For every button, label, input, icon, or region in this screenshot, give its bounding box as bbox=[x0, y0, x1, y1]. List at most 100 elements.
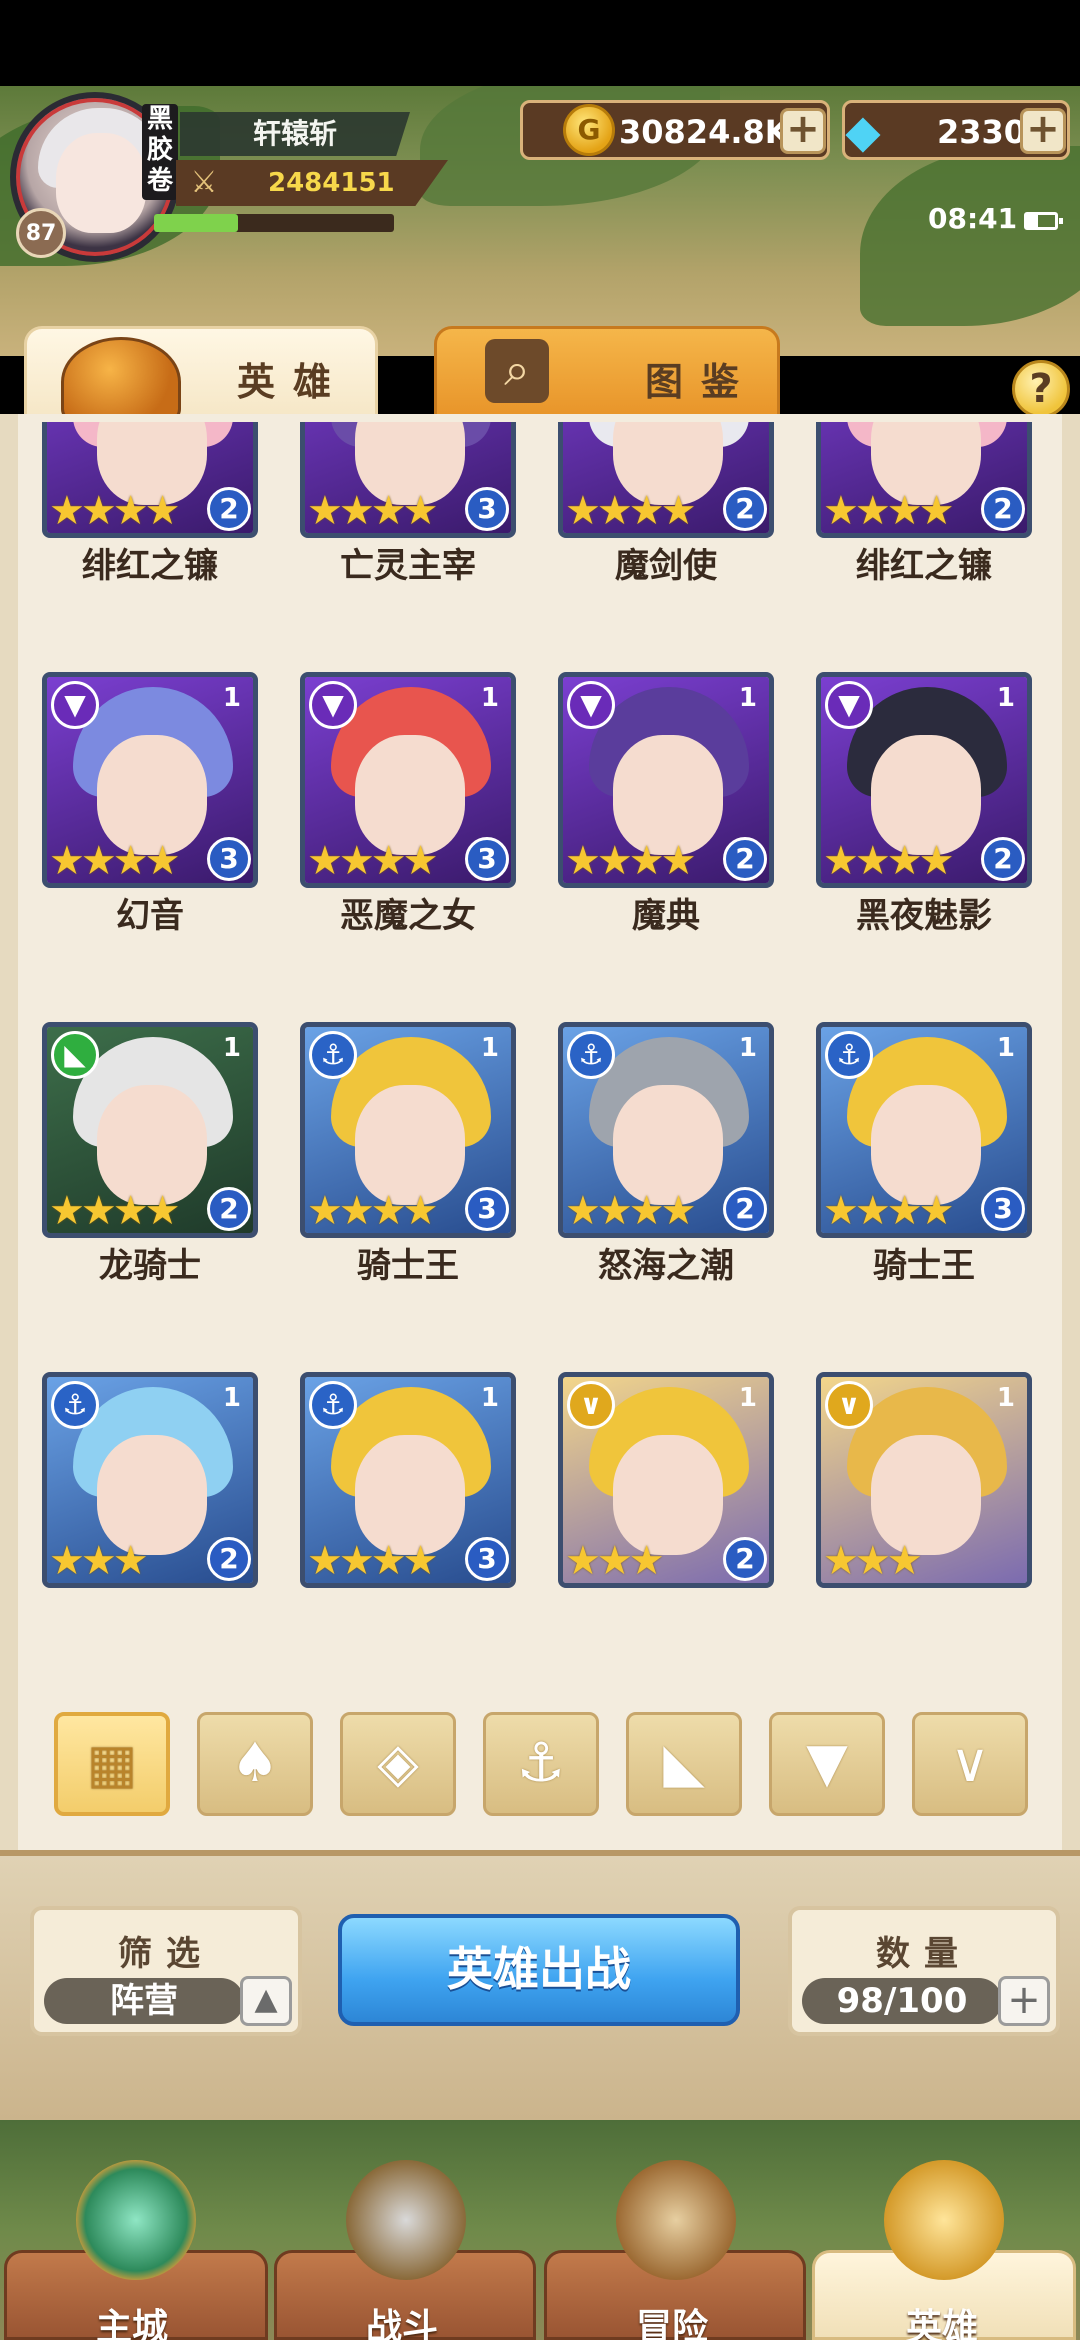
filter-leaf-icon[interactable]: ♠ bbox=[197, 1712, 313, 1816]
star-rating: ★★★★ bbox=[307, 1188, 438, 1234]
chevron-up-icon[interactable]: ▲ bbox=[240, 1976, 292, 2026]
filter-box-title: 筛选 bbox=[118, 1934, 214, 1974]
hero-card[interactable]: ⚓ 1 ★★★ 2 bbox=[28, 1372, 258, 1612]
hero-name: 黑夜魅影 bbox=[856, 896, 992, 936]
hero-portrait: ▼1★★★★3 bbox=[300, 422, 516, 538]
hero-name: 魔剑使 bbox=[615, 546, 717, 586]
hero-card[interactable]: ▼ 1 ★★★★ 2 黑夜魅影 bbox=[802, 672, 1032, 936]
nav-label-main-city: 主城 bbox=[96, 2307, 169, 2340]
help-button[interactable]: ? bbox=[1012, 360, 1070, 418]
hero-count: 1 bbox=[480, 1033, 499, 1063]
filter-anchor-icon[interactable]: ⚓ bbox=[483, 1712, 599, 1816]
add-gold-button[interactable]: + bbox=[780, 108, 826, 154]
star-rating: ★★★★ bbox=[823, 838, 954, 884]
filter-beast-icon[interactable]: ◣ bbox=[626, 1712, 742, 1816]
star-rating: ★★★★ bbox=[307, 838, 438, 884]
combat-power-value: 2484151 bbox=[268, 168, 395, 198]
star-rating: ★★★ bbox=[565, 1538, 665, 1584]
star-rating: ★★★★ bbox=[307, 1538, 438, 1584]
exp-bar bbox=[154, 214, 394, 232]
tab-gallery-label: 图鉴 bbox=[645, 360, 758, 404]
filter-holy-wings-icon[interactable]: ∨ bbox=[912, 1712, 1028, 1816]
nav-label-battle: 战斗 bbox=[366, 2307, 439, 2340]
hero-card[interactable]: ▼1★★★★3 亡灵主宰 bbox=[286, 422, 516, 586]
hero-count: 1 bbox=[738, 683, 757, 713]
hero-grade-badge: 2 bbox=[723, 1187, 767, 1231]
hero-card[interactable]: ∨ 1 ★★★ 2 bbox=[544, 1372, 774, 1612]
player-name: 轩辕斩 bbox=[180, 112, 410, 156]
filter-grid-all-icon[interactable]: ▦ bbox=[54, 1712, 170, 1816]
hero-grade-badge: 2 bbox=[981, 487, 1025, 531]
tab-heroes-label: 英雄 bbox=[237, 360, 350, 404]
hero-card[interactable]: ▼ 1 ★★★★ 2 魔典 bbox=[544, 672, 774, 936]
hero-name: 怒海之潮 bbox=[598, 1246, 734, 1286]
hero-count: 1 bbox=[480, 683, 499, 713]
demon-faction-icon: ▼ bbox=[51, 681, 99, 729]
hero-card[interactable]: ▼ 1 ★★★★ 3 恶魔之女 bbox=[286, 672, 516, 936]
star-rating: ★★★★ bbox=[49, 488, 180, 534]
crossed-swords-icon bbox=[346, 2160, 466, 2280]
hero-crest-icon bbox=[884, 2160, 1004, 2280]
hero-card[interactable]: ⚓ 1 ★★★★ 3 骑士王 bbox=[286, 1022, 516, 1286]
star-rating: ★★★ bbox=[49, 1538, 149, 1584]
hero-portrait: ⚓ 1 ★★★★ 3 bbox=[300, 1372, 516, 1588]
hero-grade-badge: 2 bbox=[207, 1537, 251, 1581]
hero-grade-badge: 2 bbox=[723, 837, 767, 881]
hero-count: 1 bbox=[222, 683, 241, 713]
tab-heroes[interactable]: 英雄 bbox=[24, 326, 378, 427]
faction-filter-select[interactable]: 阵营 bbox=[44, 1978, 244, 2024]
hero-grade-badge: 3 bbox=[981, 1187, 1025, 1231]
hero-name: 亡灵主宰 bbox=[340, 546, 476, 586]
star-rating: ★★★★ bbox=[565, 1188, 696, 1234]
anchor-faction-icon: ⚓ bbox=[309, 1381, 357, 1429]
hero-grade-badge: 3 bbox=[465, 487, 509, 531]
anchor-faction-icon: ⚓ bbox=[567, 1031, 615, 1079]
filter-demon-horns-icon[interactable]: ▼ bbox=[769, 1712, 885, 1816]
hero-grid[interactable]: ▼1★★★★2绯红之镰▼1★★★★3亡灵主宰▼1★★★★2魔剑使▼1★★★★2绯… bbox=[28, 422, 1052, 1667]
filter-box: 筛选 阵营 ▲ bbox=[30, 1906, 302, 2036]
star-rating: ★★★★ bbox=[49, 1188, 180, 1234]
demon-faction-icon: ▼ bbox=[825, 681, 873, 729]
anchor-faction-icon: ⚓ bbox=[51, 1381, 99, 1429]
hero-card[interactable]: ⚓ 1 ★★★★ 3 骑士王 bbox=[802, 1022, 1032, 1286]
hero-count-box: 数量 98/100 + bbox=[788, 1906, 1060, 2036]
expand-capacity-button[interactable]: + bbox=[998, 1976, 1050, 2026]
crossed-swords-icon: ⚔ bbox=[190, 165, 218, 200]
hero-card[interactable]: ∨ 1 ★★★ bbox=[802, 1372, 1032, 1612]
hero-portrait: ⚓ 1 ★★★★ 3 bbox=[300, 1022, 516, 1238]
player-level-badge: 87 bbox=[16, 208, 66, 258]
hero-card[interactable]: ▼1★★★★2魔剑使 bbox=[544, 422, 774, 586]
hero-count: 1 bbox=[738, 1383, 757, 1413]
tab-gallery[interactable]: ⌕ 图鉴 bbox=[434, 326, 780, 418]
hero-portrait: ▼ 1 ★★★★ 2 bbox=[558, 672, 774, 888]
hero-name: 绯红之镰 bbox=[82, 546, 218, 586]
hero-portrait: ◣ 1 ★★★★ 2 bbox=[42, 1022, 258, 1238]
demon-faction-icon: ▼ bbox=[567, 681, 615, 729]
hero-name: 恶魔之女 bbox=[340, 896, 476, 936]
hero-card[interactable]: ◣ 1 ★★★★ 2 龙骑士 bbox=[28, 1022, 258, 1286]
hero-portrait: ⚓ 1 ★★★★ 2 bbox=[558, 1022, 774, 1238]
hero-card[interactable]: ▼ 1 ★★★★ 3 幻音 bbox=[28, 672, 258, 936]
anchor-faction-icon: ⚓ bbox=[825, 1031, 873, 1079]
star-rating: ★★★★ bbox=[49, 838, 180, 884]
hero-portrait: ▼1★★★★3 bbox=[300, 672, 516, 888]
hero-card[interactable]: ⚓ 1 ★★★★ 2 怒海之潮 bbox=[544, 1022, 774, 1286]
deploy-heroes-button[interactable]: 英雄出战 bbox=[338, 1914, 740, 2026]
exp-bar-fill bbox=[154, 214, 238, 232]
filter-shield-rune-icon[interactable]: ◈ bbox=[340, 1712, 456, 1816]
hero-count-value: 98/100 bbox=[802, 1978, 1002, 2024]
hero-portrait: ▼ 1 ★★★★ 3 bbox=[42, 672, 258, 888]
hero-card[interactable]: ⚓ 1 ★★★★ 3 bbox=[286, 1372, 516, 1612]
star-rating: ★★★ bbox=[823, 1538, 923, 1584]
nav-label-heroes: 英雄 bbox=[906, 2307, 979, 2340]
hero-card[interactable]: ▼1★★★★2绯红之镰 bbox=[28, 422, 258, 586]
hero-card[interactable]: ▼1★★★★2绯红之镰 bbox=[802, 422, 1032, 586]
holy-faction-icon: ∨ bbox=[567, 1381, 615, 1429]
hero-portrait: ∨ 1 ★★★ bbox=[816, 1372, 1032, 1588]
hero-grade-badge: 3 bbox=[207, 837, 251, 881]
add-gems-button[interactable]: + bbox=[1020, 108, 1066, 154]
hero-count: 1 bbox=[738, 1033, 757, 1063]
hero-name: 绯红之镰 bbox=[856, 546, 992, 586]
hero-portrait: ⚓ 1 ★★★★ 3 bbox=[816, 1022, 1032, 1238]
clock: 08:41 bbox=[928, 202, 1018, 235]
